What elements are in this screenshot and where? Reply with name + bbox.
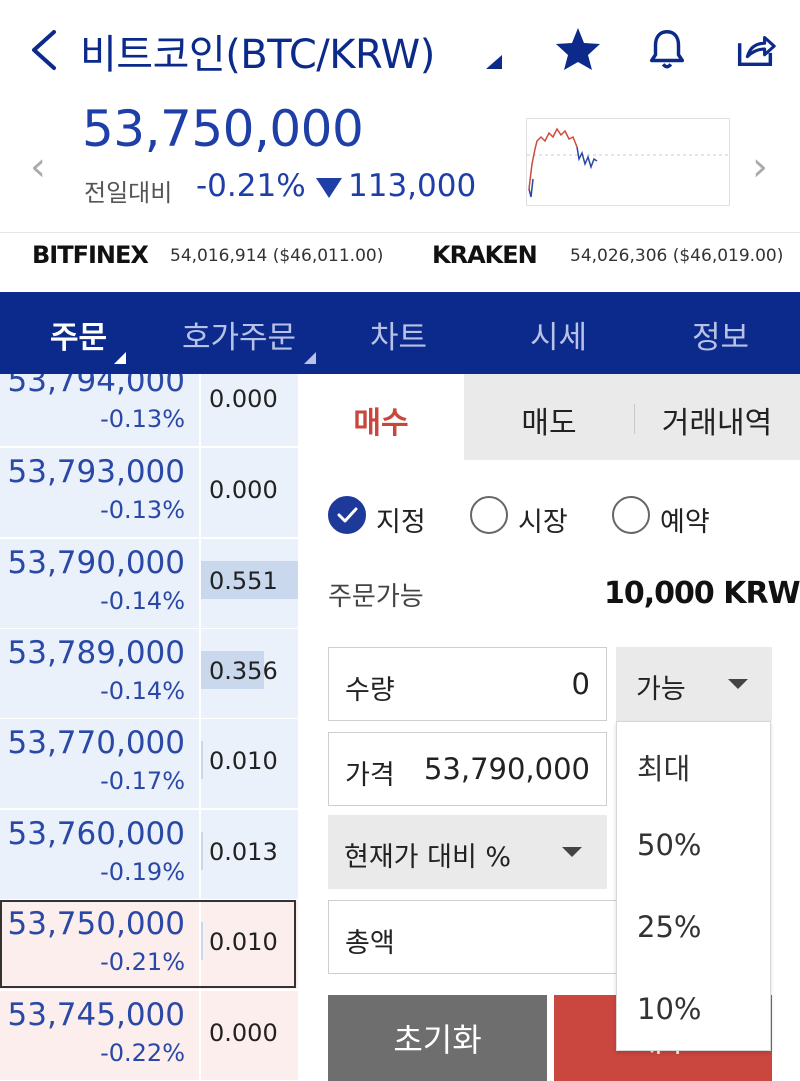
tab-corner-icon: [304, 352, 316, 364]
radio-reserve-label: 예약: [660, 507, 710, 538]
bid-change: -0.22%: [100, 1039, 185, 1067]
volume-bar: [201, 922, 203, 960]
dropdown-arrow-icon: [728, 679, 748, 689]
ask-change: -0.17%: [100, 767, 185, 795]
ask-volume: 0.010: [209, 747, 278, 775]
change-amount: 113,000: [348, 168, 477, 204]
tab-order[interactable]: 주문: [50, 312, 107, 357]
tab-history-label: 거래내역: [661, 406, 773, 441]
tab-buy-label: 매수: [353, 406, 409, 441]
reset-button-label: 초기화: [393, 1021, 482, 1059]
exchange-price: 54,026,306 ($46,019.00): [570, 246, 784, 266]
notification-bell-icon[interactable]: [644, 26, 690, 76]
radio-market-label: 시장: [518, 507, 568, 538]
prev-arrow-icon[interactable]: ‹: [30, 144, 46, 190]
exchange-name: BITFINEX: [32, 241, 149, 269]
share-icon[interactable]: [732, 26, 778, 76]
radio-unchecked-icon: [612, 496, 650, 534]
exchange-name: KRAKEN: [432, 241, 538, 269]
percent-select-label: 현재가 대비 %: [344, 842, 512, 873]
bid-change: -0.21%: [100, 948, 185, 976]
order-book-row[interactable]: 53,770,000 -0.17% 0.010: [0, 719, 298, 810]
change-percent: -0.21%: [196, 168, 306, 204]
tab-corner-icon: [114, 352, 126, 364]
ask-price: 53,760,000: [7, 816, 186, 852]
radio-limit-label: 지정: [376, 507, 426, 538]
ask-volume: 0.356: [209, 657, 278, 685]
available-select-label: 가능: [636, 674, 686, 705]
volume-bar: [201, 741, 203, 779]
ask-price: 53,793,000: [7, 454, 186, 490]
order-book-row[interactable]: 53,790,000 -0.14% 0.551: [0, 539, 298, 630]
change-label: 전일대비: [84, 179, 173, 207]
available-select[interactable]: 가능: [616, 647, 772, 721]
order-book-row[interactable]: 53,789,000 -0.14% 0.356: [0, 629, 298, 720]
mini-price-chart[interactable]: [526, 118, 730, 206]
down-triangle-icon: [316, 178, 342, 198]
price-value: 53,790,000: [423, 752, 590, 786]
bid-price: 53,750,000: [7, 906, 186, 942]
ask-change: -0.14%: [100, 677, 185, 705]
favorite-star-icon[interactable]: [554, 26, 602, 76]
dropdown-arrow-icon: [562, 847, 582, 857]
ask-price: 53,770,000: [7, 725, 186, 761]
bid-price: 53,745,000: [7, 997, 186, 1033]
tab-history[interactable]: 거래내역: [634, 374, 800, 460]
price-field[interactable]: 가격 53,790,000: [328, 732, 607, 806]
available-value: 10,000 KRW: [604, 576, 800, 611]
order-book-row-current[interactable]: 53,750,000 -0.21% 0.010: [0, 900, 298, 991]
exchange-price: 54,016,914 ($46,011.00): [170, 246, 384, 266]
ask-change: -0.13%: [100, 405, 185, 433]
ask-price: 53,794,000: [7, 374, 186, 399]
radio-checked-icon: [328, 496, 366, 534]
tab-sell-label: 매도: [521, 406, 577, 441]
current-price: 53,750,000: [82, 100, 364, 158]
bid-volume: 0.010: [209, 928, 278, 956]
tab-market[interactable]: 시세: [530, 312, 587, 357]
ask-price: 53,789,000: [7, 635, 186, 671]
order-book-row[interactable]: 53,793,000 -0.13% 0.000: [0, 448, 298, 539]
tab-sell[interactable]: 매도: [464, 374, 634, 460]
back-icon[interactable]: [26, 28, 60, 76]
available-label: 주문가능: [328, 582, 424, 612]
dropdown-option-25[interactable]: 25%: [637, 910, 701, 944]
quantity-value: 0: [571, 667, 590, 701]
dropdown-option-max[interactable]: 최대: [637, 746, 690, 788]
ask-volume: 0.000: [209, 385, 278, 413]
tab-quote-order[interactable]: 호가주문: [182, 312, 296, 357]
price-label: 가격: [345, 760, 395, 791]
quantity-field[interactable]: 수량 0: [328, 647, 607, 721]
ask-volume: 0.551: [209, 567, 278, 595]
market-title[interactable]: 비트코인(BTC/KRW): [80, 22, 435, 80]
tab-info[interactable]: 정보: [692, 312, 749, 357]
bid-volume: 0.000: [209, 1019, 278, 1047]
order-book-row[interactable]: 53,745,000 -0.22% 0.000: [0, 991, 298, 1081]
reset-button[interactable]: 초기화: [328, 995, 547, 1081]
percent-select[interactable]: 현재가 대비 %: [328, 815, 607, 889]
available-dropdown-menu: 최대 50% 25% 10%: [616, 721, 771, 1051]
order-sub-tabs: 매수 매도 거래내역: [298, 374, 800, 460]
next-arrow-icon[interactable]: ›: [752, 144, 768, 190]
ask-price: 53,790,000: [7, 545, 186, 581]
ask-change: -0.13%: [100, 496, 185, 524]
total-field[interactable]: 총액: [328, 900, 617, 974]
dropdown-option-50[interactable]: 50%: [637, 828, 701, 862]
order-book-row[interactable]: 53,794,000 -0.13% 0.000: [0, 374, 298, 448]
quantity-label: 수량: [345, 675, 395, 706]
ask-volume: 0.013: [209, 838, 278, 866]
dropdown-option-10[interactable]: 10%: [637, 992, 701, 1026]
ask-change: -0.19%: [100, 858, 185, 886]
radio-unchecked-icon: [470, 496, 508, 534]
volume-bar: [201, 832, 203, 870]
ask-change: -0.14%: [100, 587, 185, 615]
order-book-row[interactable]: 53,760,000 -0.19% 0.013: [0, 810, 298, 901]
total-label: 총액: [345, 928, 395, 959]
market-dropdown-icon[interactable]: [486, 54, 502, 73]
tab-buy[interactable]: 매수: [298, 374, 464, 460]
order-book: 53,794,000 -0.13% 0.000 53,793,000 -0.13% …: [0, 374, 298, 1081]
tab-chart[interactable]: 차트: [370, 312, 427, 357]
ask-volume: 0.000: [209, 476, 278, 504]
